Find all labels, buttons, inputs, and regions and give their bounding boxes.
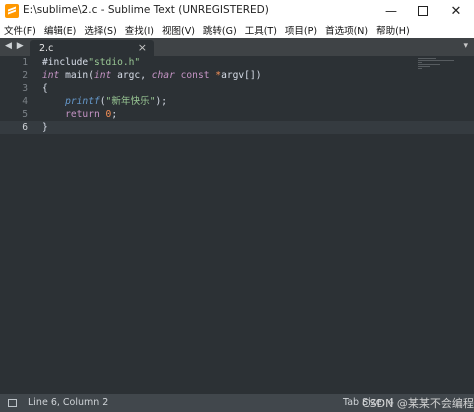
menu-edit[interactable]: 编辑(E) [44, 23, 76, 37]
menu-selection[interactable]: 选择(S) [84, 23, 116, 37]
keyword-return: return [65, 109, 100, 120]
minimap-line [418, 64, 440, 65]
line-number: 1 [22, 57, 28, 68]
status-bar: Line 6, Column 2 Tab Size: 4 CSDN @某某不会编… [0, 394, 474, 412]
menu-preferences[interactable]: 首选项(N) [325, 23, 368, 37]
keyword-int: int [42, 70, 60, 81]
menu-file[interactable]: 文件(F) [4, 23, 36, 37]
semicolon: ; [111, 109, 118, 120]
keyword-int: int [93, 70, 112, 81]
menu-view[interactable]: 视图(V) [162, 23, 195, 37]
code-line-3: { [42, 83, 48, 94]
maximize-icon [418, 6, 428, 16]
window-title: E:\sublime\2.c - Sublime Text (UNREGISTE… [23, 4, 269, 16]
menu-bar: 文件(F) 编辑(E) 选择(S) 查找(I) 视图(V) 跳转(G) 工具(T… [0, 22, 474, 38]
sublime-logo-icon [5, 4, 19, 18]
minimap-line [418, 58, 436, 59]
line-number-gutter: 1 2 3 4 5 6 [0, 56, 34, 394]
close-button[interactable]: ✕ [443, 2, 469, 20]
minimap-line [418, 62, 422, 63]
function-printf: printf [65, 96, 100, 107]
preprocessor-directive: #include [42, 57, 89, 68]
line-number: 3 [22, 83, 28, 94]
sublime-window: E:\sublime\2.c - Sublime Text (UNREGISTE… [0, 0, 474, 412]
code-line-6: } [42, 122, 48, 133]
line-number: 2 [22, 70, 28, 81]
main-signature: main( [59, 70, 94, 81]
cursor-position: Line 6, Column 2 [28, 397, 109, 408]
keyword-char: char [151, 70, 175, 81]
code-line-2: int main(int argc, char const *argv[]) [42, 69, 262, 82]
menu-find[interactable]: 查找(I) [125, 23, 154, 37]
current-line-highlight [0, 121, 474, 134]
keyword-const: const [174, 70, 216, 81]
param-argv: argv[]) [221, 70, 262, 81]
minimap-line [418, 60, 454, 61]
tab-bar: ◀ ▶ 2.c × ▾ [0, 38, 474, 56]
menu-tools[interactable]: 工具(T) [245, 23, 277, 37]
panel-toggle-icon[interactable] [8, 399, 17, 407]
minimap-line [418, 66, 430, 67]
code-editor[interactable]: 1 2 3 4 5 6 #include"stdio.h" int main(i… [0, 56, 474, 394]
menu-project[interactable]: 项目(P) [285, 23, 317, 37]
param-argc: argc, [111, 70, 152, 81]
code-line-5: return 0; [42, 108, 117, 121]
line-number: 5 [22, 109, 28, 120]
minimize-button[interactable]: — [378, 2, 404, 20]
menu-goto[interactable]: 跳转(G) [203, 23, 237, 37]
tab-label: 2.c [39, 43, 54, 54]
code-line-4: printf("新年快乐"); [42, 95, 167, 108]
title-bar: E:\sublime\2.c - Sublime Text (UNREGISTE… [0, 0, 474, 23]
maximize-button[interactable] [410, 2, 436, 20]
include-string: "stdio.h" [88, 57, 141, 68]
close-paren: ); [155, 96, 168, 107]
line-number-active: 6 [22, 122, 28, 133]
minimap-line [418, 68, 422, 69]
tab-close-icon[interactable]: × [138, 41, 147, 54]
printf-string: "新年快乐" [105, 96, 156, 107]
minimap[interactable] [418, 58, 458, 72]
tab-nav-arrows-icon[interactable]: ◀ ▶ [5, 41, 25, 51]
tab-2c[interactable]: 2.c × [30, 40, 154, 56]
tabs-dropdown-icon[interactable]: ▾ [463, 41, 468, 51]
code-line-1: #include"stdio.h" [42, 56, 140, 69]
csdn-watermark: CSDN @某某不会编程 [362, 397, 474, 410]
menu-help[interactable]: 帮助(H) [376, 23, 410, 37]
line-number: 4 [22, 96, 28, 107]
